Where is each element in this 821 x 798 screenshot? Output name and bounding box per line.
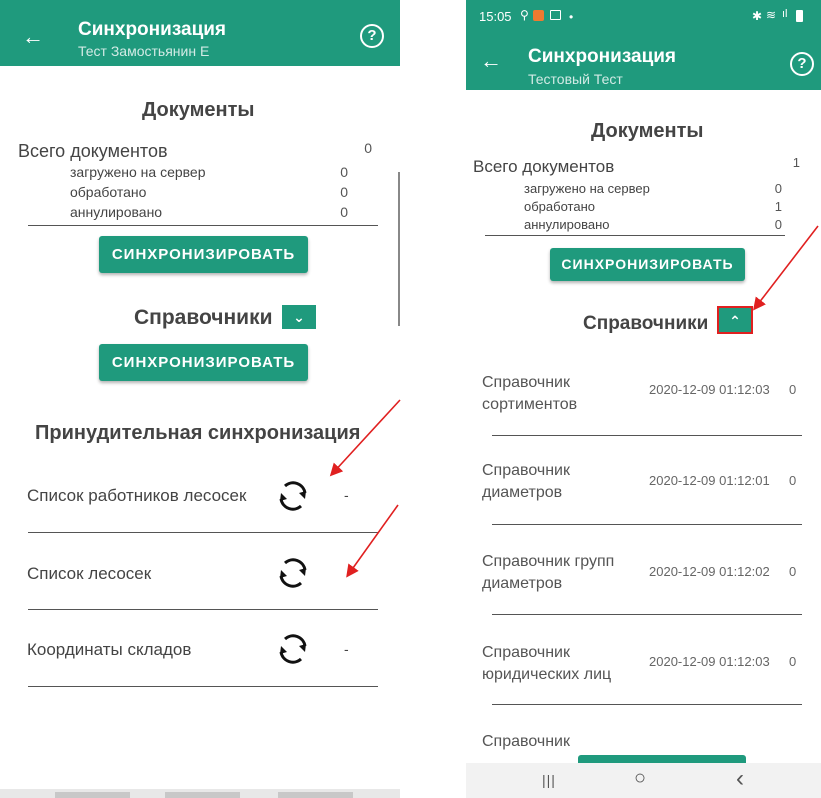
ref-name: Справочник bbox=[482, 733, 570, 750]
left-bottom-tab[interactable] bbox=[278, 792, 353, 798]
list-divider bbox=[492, 524, 802, 525]
left-uploaded-value: 0 bbox=[340, 164, 348, 180]
right-sync-button[interactable]: СИНХРОНИЗИРОВАТЬ bbox=[550, 248, 745, 281]
right-uploaded-value: 0 bbox=[774, 181, 782, 196]
right-docs-divider bbox=[485, 235, 785, 236]
right-processed-value: 1 bbox=[774, 199, 782, 214]
right-cancelled-label: аннулировано bbox=[524, 217, 610, 232]
right-refs-heading: Справочники bbox=[583, 313, 709, 334]
ref-count: 0 bbox=[789, 654, 797, 669]
chevron-up-icon[interactable]: ⌃ bbox=[717, 306, 753, 334]
search-icon: ⚲ bbox=[520, 8, 529, 22]
right-uploaded-label: загружено на сервер bbox=[524, 181, 650, 196]
list-divider bbox=[28, 532, 378, 533]
ref-name: Справочник групп диаметров bbox=[482, 553, 615, 592]
back-arrow-icon[interactable]: ← bbox=[480, 50, 502, 72]
chevron-down-icon[interactable]: ⌄ bbox=[282, 305, 316, 329]
recent-apps-button[interactable]: ||| bbox=[542, 772, 556, 788]
force-item-label: Список работников лесосек bbox=[27, 486, 247, 505]
force-item-label: Координаты складов bbox=[27, 640, 192, 659]
list-divider bbox=[492, 614, 802, 615]
right-title: Синхронизация bbox=[528, 46, 677, 67]
back-button[interactable]: ‹ bbox=[736, 765, 744, 793]
ref-count: 0 bbox=[789, 564, 797, 579]
left-docs-divider bbox=[28, 225, 378, 226]
left-processed-value: 0 bbox=[340, 184, 348, 200]
right-total-value: 1 bbox=[792, 155, 800, 170]
ref-name: Справочник диаметров bbox=[482, 462, 570, 501]
ref-name: Справочник сортиментов bbox=[482, 374, 578, 413]
right-docs-heading: Документы bbox=[591, 120, 704, 142]
system-nav-bar: ||| ○ ‹ bbox=[466, 763, 821, 798]
wifi-icon: ≋ bbox=[766, 8, 777, 22]
list-divider bbox=[28, 686, 378, 687]
left-sync-button[interactable]: СИНХРОНИЗИРОВАТЬ bbox=[99, 236, 308, 273]
left-refs-sync-button[interactable]: СИНХРОНИЗИРОВАТЬ bbox=[99, 344, 308, 381]
left-total-value: 0 bbox=[364, 140, 372, 156]
left-uploaded-label: загружено на сервер bbox=[70, 164, 206, 180]
right-processed-label: обработано bbox=[524, 199, 595, 214]
left-bottom-tab[interactable] bbox=[165, 792, 240, 798]
ref-date: 2020-12-09 01:12:03 bbox=[649, 654, 770, 669]
bluetooth-icon: ✱ bbox=[752, 9, 763, 23]
refresh-icon[interactable] bbox=[276, 479, 310, 513]
app-notification-icon bbox=[533, 10, 544, 21]
ref-name: Справочник юридических лиц bbox=[482, 644, 612, 683]
right-total-label: Всего документов bbox=[473, 157, 615, 176]
dot-icon: • bbox=[569, 10, 574, 24]
list-divider bbox=[492, 704, 802, 705]
ref-date: 2020-12-09 01:12:02 bbox=[649, 564, 770, 579]
left-docs-heading: Документы bbox=[142, 99, 255, 121]
left-processed-label: обработано bbox=[70, 184, 147, 200]
force-item-value: - bbox=[344, 487, 349, 503]
refresh-icon[interactable] bbox=[276, 556, 310, 590]
force-item-value: - bbox=[344, 641, 349, 657]
left-total-label: Всего документов bbox=[18, 141, 168, 161]
left-title: Синхронизация bbox=[78, 19, 227, 40]
left-bottom-tab[interactable] bbox=[55, 792, 130, 798]
status-time: 15:05 bbox=[479, 9, 512, 24]
list-divider bbox=[28, 609, 378, 610]
right-partial-button[interactable] bbox=[578, 755, 746, 763]
left-cancelled-value: 0 bbox=[340, 204, 348, 220]
signal-icon: ıl bbox=[782, 8, 788, 20]
list-divider bbox=[492, 435, 802, 436]
left-subtitle: Тест Замостьянин Е bbox=[78, 43, 210, 59]
refresh-icon[interactable] bbox=[276, 632, 310, 666]
status-bar: 15:05 ⚲ • ✱ ≋ ıl bbox=[466, 0, 821, 34]
help-icon[interactable]: ? bbox=[360, 24, 384, 48]
left-scrollbar[interactable] bbox=[398, 172, 400, 326]
ref-count: 0 bbox=[789, 382, 797, 397]
left-cancelled-label: аннулировано bbox=[70, 204, 163, 220]
image-icon bbox=[550, 10, 561, 20]
right-app-bar: ← Синхронизация Тестовый Тест ? bbox=[466, 34, 821, 90]
right-cancelled-value: 0 bbox=[774, 217, 782, 232]
left-force-heading: Принудительная синхронизация bbox=[35, 422, 361, 444]
right-subtitle: Тестовый Тест bbox=[528, 71, 623, 87]
left-app-bar: ← Синхронизация Тест Замостьянин Е ? bbox=[0, 0, 400, 66]
force-item-label: Список лесосек bbox=[27, 564, 152, 583]
help-icon[interactable]: ? bbox=[790, 52, 814, 76]
left-bottom-bar bbox=[0, 789, 400, 798]
ref-date: 2020-12-09 01:12:03 bbox=[649, 382, 770, 397]
back-arrow-icon[interactable]: ← bbox=[22, 26, 44, 48]
left-refs-heading: Справочники bbox=[134, 306, 273, 329]
home-button[interactable]: ○ bbox=[634, 767, 646, 790]
ref-date: 2020-12-09 01:12:01 bbox=[649, 473, 770, 488]
battery-icon bbox=[796, 10, 803, 22]
ref-count: 0 bbox=[789, 473, 797, 488]
